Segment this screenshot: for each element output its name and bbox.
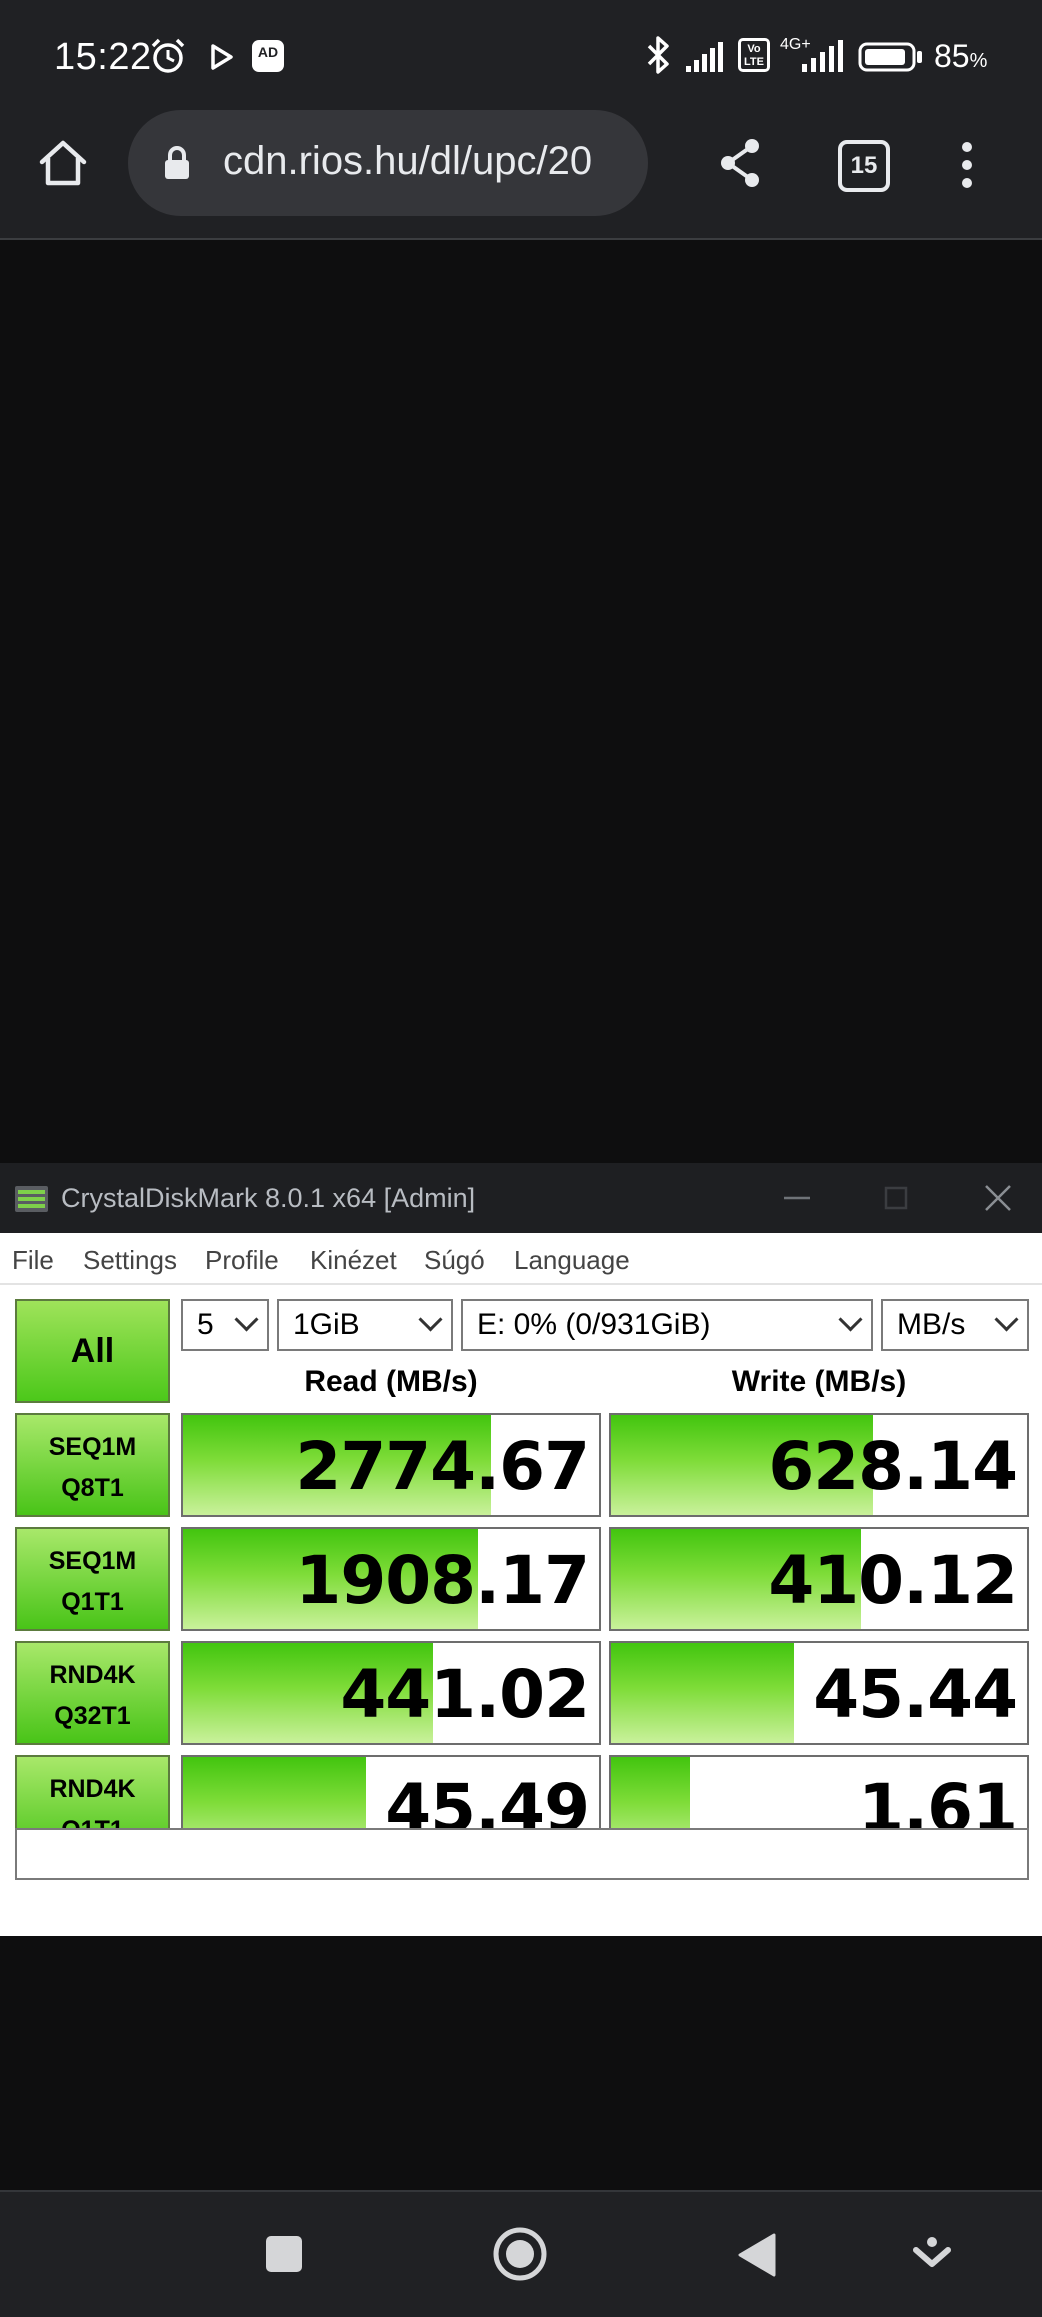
test-label-line2: Q8T1 <box>61 1474 124 1502</box>
battery-percent: 85% <box>934 38 987 75</box>
write-result-rnd4k-q32t1: 45.44 <box>609 1641 1029 1745</box>
status-time: 15:22 <box>54 36 152 78</box>
comment-input[interactable] <box>15 1828 1029 1880</box>
read-result-seq1m-q1t1: 1908.17 <box>181 1527 601 1631</box>
test-label-line2: Q32T1 <box>54 1702 131 1730</box>
chevron-down-icon <box>838 1307 863 1332</box>
size-select[interactable]: 1GiB <box>277 1299 453 1351</box>
system-nav-bar <box>0 2190 1042 2317</box>
crystaldiskmark-window: CrystalDiskMark 8.0.1 x64 [Admin] File S… <box>0 1163 1042 1936</box>
share-icon[interactable] <box>716 136 766 190</box>
recents-icon[interactable] <box>264 2234 304 2274</box>
read-value: 2774.67 <box>295 1428 590 1505</box>
test-label-line1: RND4K <box>49 1775 136 1803</box>
all-button[interactable]: All <box>15 1299 170 1403</box>
maximize-icon[interactable] <box>882 1181 912 1215</box>
tabs-icon[interactable]: 15 <box>838 140 890 192</box>
bluetooth-icon <box>647 36 669 74</box>
read-result-seq1m-q8t1: 2774.67 <box>181 1413 601 1517</box>
url-text[interactable]: cdn.rios.hu/dl/upc/20 <box>223 139 623 184</box>
test-button-seq1m-q8t1[interactable]: SEQ1M Q8T1 <box>15 1413 170 1517</box>
read-value: 441.02 <box>340 1656 590 1733</box>
chevron-down-icon <box>234 1307 259 1332</box>
menu-file[interactable]: File <box>12 1245 54 1276</box>
write-value: 45.44 <box>813 1656 1018 1733</box>
adblocker-icon: AD <box>252 40 284 72</box>
menu-kinezet[interactable]: Kinézet <box>310 1245 397 1276</box>
test-button-seq1m-q1t1[interactable]: SEQ1M Q1T1 <box>15 1527 170 1631</box>
browser-toolbar: cdn.rios.hu/dl/upc/20 15 <box>0 110 1042 240</box>
count-select[interactable]: 5 <box>181 1299 269 1351</box>
test-label-line1: SEQ1M <box>48 1547 137 1575</box>
minimize-icon[interactable] <box>782 1181 812 1215</box>
read-result-rnd4k-q32t1: 441.02 <box>181 1641 601 1745</box>
test-label-line1: SEQ1M <box>48 1433 137 1461</box>
write-value: 410.12 <box>768 1542 1018 1619</box>
volte-icon: Vo LTE <box>738 38 770 72</box>
count-select-value: 5 <box>197 1308 214 1341</box>
write-result-seq1m-q1t1: 410.12 <box>609 1527 1029 1631</box>
menu-bar: File Settings Profile Kinézet Súgó Langu… <box>0 1233 1042 1285</box>
menu-language[interactable]: Language <box>514 1245 630 1276</box>
battery-percent-unit: % <box>969 50 988 72</box>
test-label-line1: RND4K <box>49 1661 136 1689</box>
chevron-down-icon <box>418 1307 443 1332</box>
size-select-value: 1GiB <box>293 1308 360 1341</box>
read-value: 1908.17 <box>295 1542 590 1619</box>
more-vert-icon[interactable] <box>956 140 978 190</box>
unit-select-value: MB/s <box>897 1308 966 1341</box>
benchmark-panel: All 5 1GiB E: 0% (0/931GiB) MB/s Read (M… <box>0 1285 1042 1936</box>
4g-signal-icon <box>802 40 843 72</box>
unit-select[interactable]: MB/s <box>881 1299 1029 1351</box>
write-progress-fill <box>611 1643 795 1743</box>
alarm-icon <box>151 38 185 73</box>
drive-select[interactable]: E: 0% (0/931GiB) <box>461 1299 873 1351</box>
back-icon[interactable] <box>736 2232 778 2278</box>
battery-icon <box>858 42 922 72</box>
menu-sugo[interactable]: Súgó <box>424 1245 485 1276</box>
play-store-icon <box>211 44 233 70</box>
battery-percent-value: 85 <box>934 38 970 74</box>
test-label-line2: Q1T1 <box>61 1588 124 1616</box>
menu-profile[interactable]: Profile <box>205 1245 279 1276</box>
home-circle-icon[interactable] <box>492 2226 548 2282</box>
write-column-header: Write (MB/s) <box>731 1365 907 1398</box>
read-column-header: Read (MB/s) <box>304 1365 478 1398</box>
signal-icon <box>686 42 723 72</box>
url-bar[interactable]: cdn.rios.hu/dl/upc/20 <box>128 110 648 216</box>
write-value: 628.14 <box>768 1428 1018 1505</box>
crystaldiskmark-app-icon <box>15 1186 48 1212</box>
window-title: CrystalDiskMark 8.0.1 x64 [Admin] <box>61 1183 476 1213</box>
close-icon[interactable] <box>982 1181 1014 1215</box>
hide-nav-icon[interactable] <box>912 2234 952 2274</box>
status-bar: 15:22 AD Vo LTE 4G+ 85% <box>0 0 1042 110</box>
write-result-seq1m-q8t1: 628.14 <box>609 1413 1029 1517</box>
window-titlebar: CrystalDiskMark 8.0.1 x64 [Admin] <box>0 1163 1042 1233</box>
menu-settings[interactable]: Settings <box>83 1245 177 1276</box>
chevron-down-icon <box>994 1307 1019 1332</box>
test-button-rnd4k-q32t1[interactable]: RND4K Q32T1 <box>15 1641 170 1745</box>
lock-icon[interactable] <box>162 144 192 182</box>
home-icon[interactable] <box>36 136 90 190</box>
drive-select-value: E: 0% (0/931GiB) <box>477 1308 711 1341</box>
